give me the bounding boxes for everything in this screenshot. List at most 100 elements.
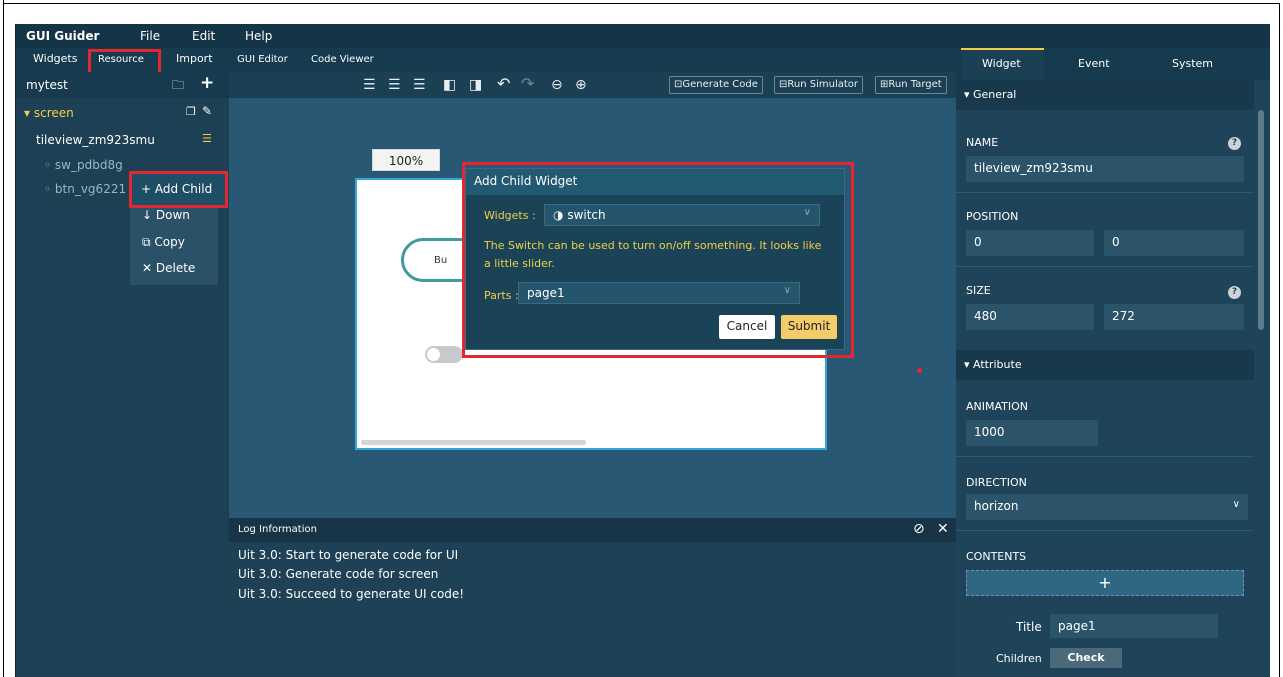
app-window: GUI Guider File Edit Help Widgets Resour… — [15, 24, 1270, 677]
direction-select[interactable]: horizon ∨ — [966, 494, 1248, 520]
menu-file[interactable]: File — [140, 29, 160, 43]
center-tab-bar: GUI Editor Code Viewer — [229, 48, 956, 72]
editor-panel: GUI Editor Code Viewer ☰ ☰ ☰ ◧ ◨ ↶ ↷ ⊖ ⊕… — [229, 48, 956, 677]
align-center-icon[interactable]: ☰ — [388, 77, 401, 93]
children-label: Children — [996, 652, 1042, 665]
align-left-icon[interactable]: ☰ — [363, 77, 376, 93]
direction-select-value: horizon — [974, 499, 1019, 513]
tab-code-viewer[interactable]: Code Viewer — [311, 54, 374, 65]
tileview-scrollbar[interactable] — [361, 440, 586, 445]
position-y-input[interactable]: 0 — [1104, 230, 1244, 256]
tree-screen-label: screen — [33, 106, 74, 120]
help-icon[interactable]: ? — [1228, 137, 1241, 150]
size-width-input[interactable]: 480 — [966, 304, 1094, 330]
toolbar: ☰ ☰ ☰ ◧ ◨ ↶ ↷ ⊖ ⊕ ⊡Generate Code ⊟Run Si… — [229, 72, 956, 98]
tree-child-button-label: btn_vg6221 — [54, 182, 127, 196]
copy-icon: ⧉ — [142, 235, 151, 249]
left-panel: Widgets Resource Import mytest 🗀 + ▾ scr… — [16, 48, 229, 677]
undo-icon[interactable]: ↶ — [497, 74, 510, 93]
log-title: Log Information — [238, 524, 317, 535]
tree-tileview[interactable]: tileview_zm923smu — [36, 133, 155, 147]
properties-panel: Widget Event System ▾ General NAME ? til… — [956, 48, 1270, 677]
section-attribute[interactable]: ▾ Attribute — [956, 350, 1254, 380]
design-canvas[interactable]: 100% Bu Add Child Widget Widgets : ◑ swi… — [229, 98, 956, 518]
run-simulator-button[interactable]: ⊟Run Simulator — [774, 76, 864, 94]
name-label: NAME — [966, 136, 999, 149]
position-label: POSITION — [966, 210, 1019, 223]
zoom-level: 100% — [372, 149, 440, 171]
window-border-top — [3, 3, 1280, 4]
copy-screen-icon[interactable]: ❐ — [186, 105, 196, 118]
canvas-button-text: Bu — [434, 255, 448, 266]
app-brand: GUI Guider — [26, 29, 100, 43]
edit-screen-icon[interactable]: ✎ — [202, 104, 212, 118]
tree-child-switch-label: sw_pdbd8g — [54, 158, 123, 172]
redo-icon[interactable]: ↷ — [521, 74, 534, 93]
tab-gui-editor[interactable]: GUI Editor — [237, 54, 288, 65]
size-label: SIZE — [966, 284, 991, 297]
ctx-down[interactable]: ↓ Down — [142, 208, 190, 222]
menu-bar: GUI Guider File Edit Help — [16, 24, 1270, 48]
check-button[interactable]: Check — [1050, 648, 1122, 668]
project-name: mytest — [26, 78, 68, 92]
tree-child-button[interactable]: ◦ btn_vg6221 — [44, 182, 126, 196]
direction-label: DIRECTION — [966, 476, 1027, 489]
run-target-button[interactable]: ⊞Run Target — [875, 76, 947, 94]
add-icon[interactable]: + — [200, 73, 214, 93]
tab-widgets[interactable]: Widgets — [33, 52, 77, 65]
tab-system[interactable]: System — [1172, 57, 1213, 70]
log-header: Log Information ⊘ ✕ — [229, 518, 956, 542]
bring-front-icon[interactable]: ◧ — [443, 77, 456, 93]
highlight-dialog — [462, 162, 854, 358]
run-target-label: Run Target — [888, 79, 942, 90]
section-general[interactable]: ▾ General — [956, 80, 1254, 110]
divider — [956, 456, 1254, 457]
animation-input[interactable]: 1000 — [966, 420, 1098, 446]
log-line: Uit 3.0: Start to generate code for UI — [238, 548, 459, 562]
log-line: Uit 3.0: Generate code for screen — [238, 567, 439, 581]
align-right-icon[interactable]: ☰ — [413, 77, 426, 93]
zoom-in-icon[interactable]: ⊕ — [575, 77, 587, 93]
close-icon[interactable]: ✕ — [937, 521, 949, 537]
window-border-right — [1279, 3, 1280, 677]
left-tab-bar: Widgets Resource Import — [16, 48, 229, 77]
generate-code-label: Generate Code — [682, 79, 758, 90]
help-icon[interactable]: ? — [1228, 286, 1241, 299]
generate-code-button[interactable]: ⊡Generate Code — [669, 76, 763, 94]
run-simulator-label: Run Simulator — [787, 79, 859, 90]
title-label: Title — [1016, 620, 1042, 634]
list-icon[interactable]: ☰ — [202, 132, 212, 145]
properties-scrollbar[interactable] — [1258, 110, 1264, 330]
tab-event[interactable]: Event — [1078, 57, 1110, 70]
menu-edit[interactable]: Edit — [192, 29, 215, 43]
folder-icon[interactable]: 🗀 — [172, 76, 184, 97]
name-input[interactable]: tileview_zm923smu — [966, 156, 1244, 182]
divider — [956, 530, 1254, 531]
ctx-delete[interactable]: ✕ Delete — [142, 261, 195, 275]
clear-log-icon[interactable]: ⊘ — [913, 521, 925, 537]
canvas-switch-widget[interactable] — [425, 346, 463, 363]
project-row: mytest 🗀 + — [16, 72, 229, 98]
add-content-button[interactable]: + — [966, 570, 1244, 596]
switch-knob — [427, 348, 440, 361]
contents-label: CONTENTS — [966, 550, 1027, 563]
log-panel: Log Information ⊘ ✕ Uit 3.0: Start to ge… — [229, 518, 956, 677]
animation-label: ANIMATION — [966, 400, 1029, 413]
highlight-add-child — [129, 171, 228, 208]
size-height-input[interactable]: 272 — [1104, 304, 1244, 330]
send-back-icon[interactable]: ◨ — [469, 77, 482, 93]
menu-help[interactable]: Help — [245, 29, 272, 43]
divider — [956, 266, 1254, 267]
position-x-input[interactable]: 0 — [966, 230, 1094, 256]
ctx-copy-label: Copy — [154, 235, 185, 249]
tree-child-switch[interactable]: ◦ sw_pdbd8g — [44, 158, 123, 172]
tab-widget[interactable]: Widget — [982, 57, 1021, 70]
tree-screen[interactable]: ▾ screen — [24, 106, 74, 120]
ctx-copy[interactable]: ⧉ Copy — [142, 235, 185, 250]
red-marker-dot — [917, 368, 922, 373]
right-tab-bar: Widget Event System — [956, 48, 1270, 80]
divider — [956, 192, 1254, 193]
zoom-out-icon[interactable]: ⊖ — [551, 77, 563, 93]
tab-import[interactable]: Import — [176, 52, 213, 65]
title-input[interactable]: page1 — [1050, 614, 1218, 638]
